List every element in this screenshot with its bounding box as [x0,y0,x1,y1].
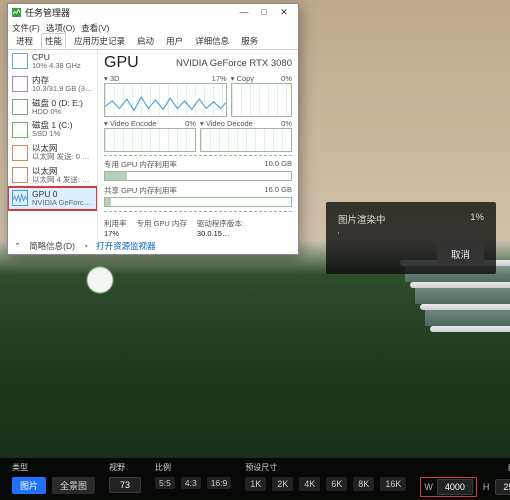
preset-1k-button[interactable]: 1K [245,477,266,491]
group-fov: 视野 73 [109,462,141,496]
preset-6k-button[interactable]: 6K [326,477,347,491]
dedicated-mem-total: 10.0 GB [264,159,292,170]
sidebar-item-memory[interactable]: 内存10.3/31.9 GB (32%) [8,73,97,96]
graph-3d-box [104,83,227,117]
shared-mem-total: 16.0 GB [264,185,292,196]
ratio-5-5-button[interactable]: 5:5 [155,477,175,489]
graph-3d-label[interactable]: 3D [110,74,120,83]
titlebar[interactable]: 任务管理器 — □ ✕ [8,4,298,21]
dedicated-mem-bar [104,171,292,181]
close-button[interactable]: ✕ [274,4,294,21]
custom-h-label: H [483,482,490,492]
stat-util-label: 利用率 [104,218,127,229]
graph-3d-pct: 17% [212,74,227,83]
tab-processes[interactable]: 进程 [12,33,37,49]
group-preset: 预设尺寸 1K 2K 4K 6K 8K 16K [245,462,406,496]
fov-value-input[interactable]: 73 [109,477,141,493]
gpu-device-name: NVIDIA GeForce RTX 3080 [176,58,292,69]
task-manager-window: 任务管理器 — □ ✕ 文件(F) 选项(O) 查看(V) 进程 性能 应用历史… [7,3,299,255]
tab-services[interactable]: 服务 [237,33,262,49]
shared-mem-bar [104,197,292,207]
graph-vdec-box [200,128,292,152]
fov-label: 视野 [109,462,125,473]
stat-dedicated-label: 专用 GPU 内存 [137,218,187,229]
perf-main: GPU NVIDIA GeForce RTX 3080 ▾ 3D17% ▾ Co… [98,50,298,238]
render-progress-percent: 1% [470,212,484,226]
preset-16k-button[interactable]: 16K [380,477,406,491]
custom-w-label: W [424,482,433,492]
tab-app-history[interactable]: 应用历史记录 [70,33,129,49]
dedicated-mem-label: 专用 GPU 内存利用率 [104,159,177,170]
tab-performance[interactable]: 性能 [41,33,66,49]
main-title: GPU [104,54,139,72]
gpu-mini-graph-icon [13,191,27,205]
perf-sidebar: CPU10% 4.38 GHz 内存10.3/31.9 GB (32%) 磁盘 … [8,50,98,238]
shared-mem-label: 共享 GPU 内存利用率 [104,185,177,196]
stat-driver-label: 驱动程序版本: [197,218,244,229]
sidebar-item-gpu-0[interactable]: GPU 0NVIDIA GeForce… 17% (51 °C) [8,187,97,210]
tab-startup[interactable]: 启动 [133,33,158,49]
fewer-details-button[interactable]: 简略信息(D) [29,240,75,252]
graph-copy-box [231,83,292,117]
preset-4k-button[interactable]: 4K [299,477,320,491]
bottom-settings-bar: 类型 图片 全景图 视野 73 比例 5:5 4:3 16:9 预设尺寸 1K … [0,458,510,500]
render-progress-bar [338,232,484,234]
sidebar-item-disk-0[interactable]: 磁盘 0 (D: E:)HDD 0% [8,96,97,119]
graph-vdec-pct: 0% [281,119,292,128]
open-resource-monitor-link[interactable]: 打开资源监视器 [96,240,156,252]
graph-copy-pct: 0% [281,74,292,83]
preset-8k-button[interactable]: 8K [353,477,374,491]
type-label: 类型 [12,462,28,473]
graph-venc-label[interactable]: Video Encode [110,119,157,128]
type-image-button[interactable]: 图片 [12,477,46,494]
graph-venc-pct: 0% [185,119,196,128]
stat-util-value: 17% [104,229,119,238]
preset-label: 预设尺寸 [245,462,277,473]
fewer-details-chevron-icon[interactable]: ⌃ [14,241,21,252]
render-status-label: 图片渲染中 [338,212,386,226]
tab-users[interactable]: 用户 [162,33,187,49]
stat-driver-value: 30.0.15… [197,229,230,238]
group-ratio: 比例 5:5 4:3 16:9 [155,462,231,496]
sidebar-item-ethernet-2[interactable]: 以太网以太网 4 发送: 0 接收: 0 Kbps [8,164,97,187]
render-cancel-button[interactable]: 取消 [437,244,484,264]
graph-vdec-label[interactable]: Video Decode [206,119,253,128]
graph-venc-box [104,128,196,152]
type-panorama-button[interactable]: 全景图 [52,477,95,494]
window-title: 任务管理器 [25,6,70,19]
gpu-stats-row: 利用率17% 专用 GPU 内存 驱动程序版本:30.0.15… [104,218,292,238]
ratio-4-3-button[interactable]: 4:3 [181,477,201,489]
minimize-button[interactable]: — [234,4,254,21]
custom-width-input[interactable]: 4000 [437,479,473,495]
tab-strip: 进程 性能 应用历史记录 启动 用户 详细信息 服务 [8,35,298,50]
ratio-16-9-button[interactable]: 16:9 [207,477,232,489]
group-type: 类型 图片 全景图 [12,462,95,496]
render-progress-panel: 图片渲染中 1% 取消 [326,202,496,274]
ratio-label: 比例 [155,462,171,473]
taskmgr-app-icon [12,8,21,17]
maximize-button[interactable]: □ [254,4,274,21]
sidebar-item-disk-1[interactable]: 磁盘 1 (C:)SSD 1% [8,118,97,141]
taskmgr-footer: ⌃ 简略信息(D) ◔ 打开资源监视器 [8,238,298,254]
preset-2k-button[interactable]: 2K [272,477,293,491]
sidebar-item-ethernet-1[interactable]: 以太网以太网 发送: 0 接收: 0 Kbps [8,141,97,164]
resource-monitor-icon: ◔ [83,241,88,251]
graph-copy-label[interactable]: Copy [237,74,255,83]
sidebar-item-cpu[interactable]: CPU10% 4.38 GHz [8,50,97,73]
tab-details[interactable]: 详细信息 [191,33,233,49]
custom-width-box: W 4000 [420,477,477,497]
group-custom: 自定义 W 4000 H 2554 [420,462,510,496]
custom-height-input[interactable]: 2554 [495,479,510,495]
